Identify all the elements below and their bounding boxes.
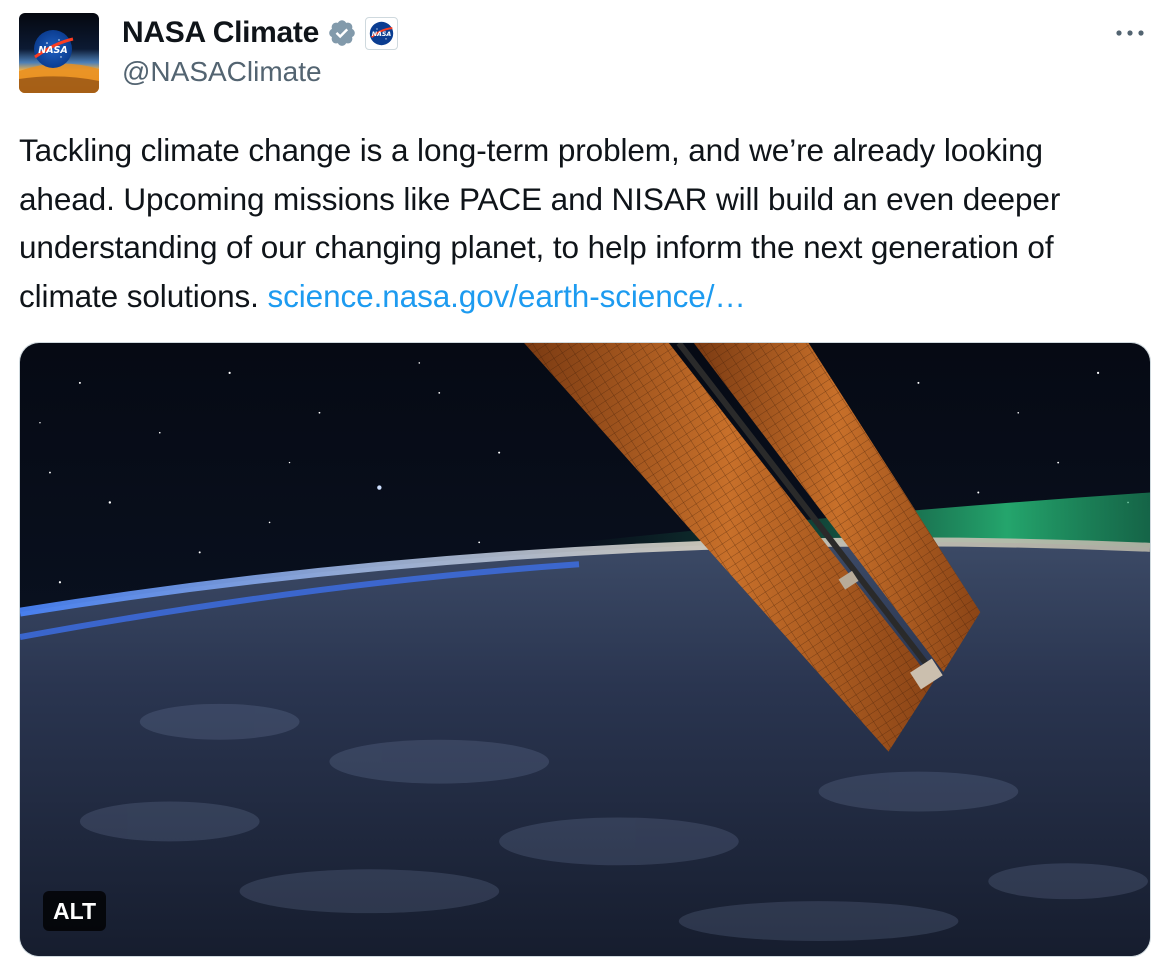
tweet-text: Tackling climate change is a long-term p… — [19, 126, 1139, 320]
verified-badge-icon[interactable] — [327, 18, 357, 48]
alt-text-badge[interactable]: ALT — [43, 891, 107, 931]
author-handle[interactable]: @NASAClimate — [122, 56, 322, 88]
author-avatar[interactable]: NASA — [19, 13, 99, 93]
iss-earth-photo — [20, 343, 1150, 956]
more-options-icon[interactable] — [1110, 18, 1150, 48]
nasa-affiliate-badge-icon[interactable]: NASA — [365, 16, 398, 50]
svg-text:NASA: NASA — [372, 31, 392, 38]
nasa-avatar-image: NASA — [19, 13, 99, 93]
author-name-row[interactable]: NASA Climate NASA — [122, 13, 398, 53]
tweet-media-photo[interactable] — [19, 342, 1151, 957]
avatar-logo-text: NASA — [38, 45, 68, 56]
author-display-name[interactable]: NASA Climate — [122, 16, 319, 50]
tweet-link[interactable]: science.nasa.gov/earth-science/… — [267, 278, 745, 314]
